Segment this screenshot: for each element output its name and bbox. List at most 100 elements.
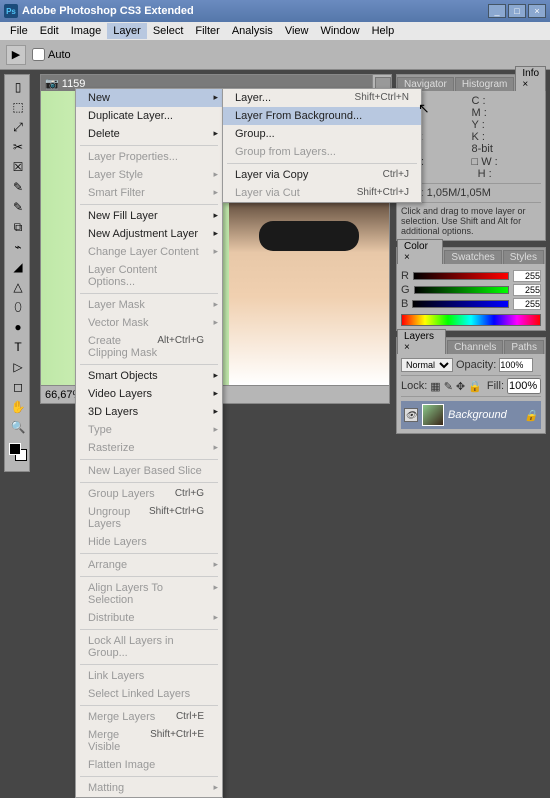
new-submenu: Layer...Shift+Ctrl+NLayer From Backgroun… xyxy=(222,88,422,203)
info-hint: Click and drag to move layer or selectio… xyxy=(401,202,541,236)
auto-select-checkbox[interactable] xyxy=(32,48,45,61)
minimize-button[interactable]: _ xyxy=(488,4,506,18)
tool[interactable]: ⌁ xyxy=(7,237,29,257)
menu-item: Link Layers xyxy=(76,667,222,685)
menu-view[interactable]: View xyxy=(279,23,315,39)
tool[interactable]: ⬚ xyxy=(7,97,29,117)
menu-item: Layer via CutShift+Ctrl+J xyxy=(223,184,421,202)
tool[interactable]: ⬯ xyxy=(7,297,29,317)
tool[interactable]: 🔍 xyxy=(7,417,29,437)
menu-item: Create Clipping MaskAlt+Ctrl+G xyxy=(76,332,222,362)
g-slider[interactable]: G xyxy=(401,284,541,296)
tool[interactable]: ☒ xyxy=(7,157,29,177)
tab-color[interactable]: Color × xyxy=(397,239,443,264)
menu-item[interactable]: Layer via CopyCtrl+J xyxy=(223,166,421,184)
menu-edit[interactable]: Edit xyxy=(34,23,65,39)
tab-styles[interactable]: Styles xyxy=(503,250,544,264)
close-button[interactable]: × xyxy=(528,4,546,18)
tool[interactable]: ▯ xyxy=(7,77,29,97)
menu-item: Layer Content Options... xyxy=(76,261,222,291)
workspace: ▯⬚⤢✂☒✎✎⧉⌁◢△⬯●T▷◻✋🔍 📷 1159 66,67% NewDupl… xyxy=(0,70,550,550)
color-ramp[interactable] xyxy=(401,314,541,326)
menu-item: Group LayersCtrl+G xyxy=(76,485,222,503)
layer-thumbnail[interactable] xyxy=(422,404,444,426)
visibility-icon[interactable]: 👁 xyxy=(404,408,418,422)
menu-item: Select Linked Layers xyxy=(76,685,222,703)
tool[interactable]: ✎ xyxy=(7,197,29,217)
tool[interactable]: ◻ xyxy=(7,377,29,397)
menu-item: Smart Filter xyxy=(76,184,222,202)
menu-item: Vector Mask xyxy=(76,314,222,332)
tool[interactable]: ⧉ xyxy=(7,217,29,237)
options-bar: ▶ Auto xyxy=(0,40,550,70)
maximize-button[interactable]: □ xyxy=(508,4,526,18)
tool[interactable]: ● xyxy=(7,317,29,337)
window-controls: _ □ × xyxy=(488,4,546,18)
menu-analysis[interactable]: Analysis xyxy=(226,23,279,39)
menu-select[interactable]: Select xyxy=(147,23,190,39)
blend-mode-select[interactable]: Normal xyxy=(401,358,453,372)
menu-help[interactable]: Help xyxy=(366,23,401,39)
tool[interactable]: ✂ xyxy=(7,137,29,157)
menu-window[interactable]: Window xyxy=(314,23,365,39)
layer-row-background[interactable]: 👁 Background 🔒 xyxy=(401,401,541,429)
fill-input[interactable] xyxy=(507,378,541,394)
menu-item[interactable]: Smart Objects xyxy=(76,367,222,385)
layers-body: Normal Opacity: Lock: ▦ ✎ ✥ 🔒 Fill: 👁 B xyxy=(397,354,545,433)
tool[interactable]: ⤢ xyxy=(7,117,29,137)
color-tabs: Color × Swatches Styles xyxy=(397,248,545,264)
b-slider[interactable]: B xyxy=(401,298,541,310)
menu-item: Change Layer Content xyxy=(76,243,222,261)
menu-item: New Layer Based Slice xyxy=(76,462,222,480)
auto-select-label: Auto xyxy=(48,49,71,61)
tool[interactable]: ✎ xyxy=(7,177,29,197)
tab-layers[interactable]: Layers × xyxy=(397,329,446,354)
color-body: R G B xyxy=(397,264,545,330)
menu-item[interactable]: Group... xyxy=(223,125,421,143)
app-logo: Ps xyxy=(4,4,18,18)
lock-transparency-icon[interactable]: ▦ xyxy=(430,380,440,393)
lock-position-icon[interactable]: ✥ xyxy=(456,380,465,393)
menu-layer[interactable]: Layer xyxy=(107,23,147,39)
menubar: FileEditImageLayerSelectFilterAnalysisVi… xyxy=(0,22,550,40)
menu-item[interactable]: Video Layers xyxy=(76,385,222,403)
menu-item: Layer Properties... xyxy=(76,148,222,166)
tab-channels[interactable]: Channels xyxy=(447,340,503,354)
tool[interactable]: △ xyxy=(7,277,29,297)
menu-item: Align Layers To Selection xyxy=(76,579,222,609)
tool[interactable]: ▷ xyxy=(7,357,29,377)
menu-item: Group from Layers... xyxy=(223,143,421,161)
opacity-input[interactable] xyxy=(499,358,533,372)
menu-item[interactable]: 3D Layers xyxy=(76,403,222,421)
menu-file[interactable]: File xyxy=(4,23,34,39)
tab-info[interactable]: Info × xyxy=(515,66,546,91)
menu-item[interactable]: Layer...Shift+Ctrl+N xyxy=(223,89,421,107)
lock-icon: 🔒 xyxy=(524,409,538,422)
tab-paths[interactable]: Paths xyxy=(504,340,544,354)
menu-item[interactable]: Layer From Background... xyxy=(223,107,421,125)
tool-preset-icon[interactable]: ▶ xyxy=(6,45,26,65)
menu-item[interactable]: New Adjustment Layer xyxy=(76,225,222,243)
tab-histogram[interactable]: Histogram xyxy=(455,77,515,91)
menu-item: Distribute xyxy=(76,609,222,627)
menu-item[interactable]: New Fill Layer xyxy=(76,207,222,225)
layer-menu: NewDuplicate Layer...Delete Layer Propert… xyxy=(75,88,223,798)
tool[interactable]: ◢ xyxy=(7,257,29,277)
tool[interactable]: T xyxy=(7,337,29,357)
menu-filter[interactable]: Filter xyxy=(189,23,225,39)
lock-all-icon[interactable]: 🔒 xyxy=(468,380,482,393)
menu-item[interactable]: Duplicate Layer... xyxy=(76,107,222,125)
fg-bg-colors[interactable] xyxy=(7,441,27,469)
doc-size: Doc: 1,05M/1,05M xyxy=(401,183,541,199)
menu-image[interactable]: Image xyxy=(65,23,108,39)
menu-item: Arrange xyxy=(76,556,222,574)
tab-swatches[interactable]: Swatches xyxy=(444,250,501,264)
menu-item: Hide Layers xyxy=(76,533,222,551)
menu-item[interactable]: New xyxy=(76,89,222,107)
menu-item: Ungroup LayersShift+Ctrl+G xyxy=(76,503,222,533)
tool[interactable]: ✋ xyxy=(7,397,29,417)
lock-pixels-icon[interactable]: ✎ xyxy=(444,380,453,393)
menu-item[interactable]: Delete xyxy=(76,125,222,143)
menu-item: Merge VisibleShift+Ctrl+E xyxy=(76,726,222,756)
r-slider[interactable]: R xyxy=(401,270,541,282)
